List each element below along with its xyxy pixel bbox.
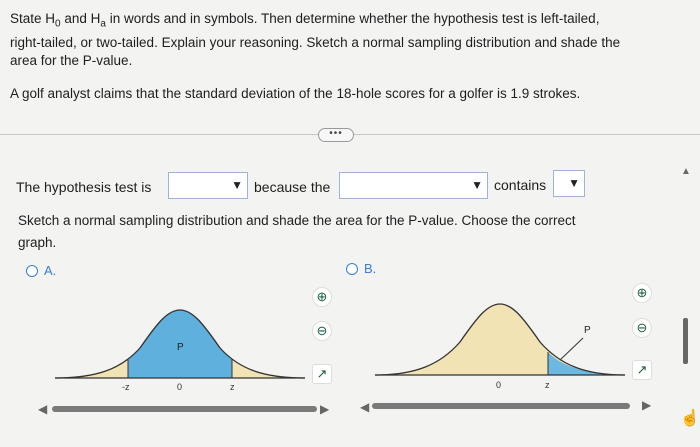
option-a-radio[interactable] (26, 265, 38, 277)
zoom-out-icon[interactable]: ⊖ (312, 321, 332, 341)
hypothesis-dropdown[interactable]: ▼ (339, 172, 488, 199)
sketch-prompt-line-1: Sketch a normal sampling distribution an… (18, 213, 576, 228)
question-line-1-rest: in words and in symbols. Then determine … (105, 11, 600, 26)
option-a-p-label: P (177, 342, 184, 353)
option-b-curve-fill (375, 304, 625, 375)
and-h-label: and H (60, 11, 101, 26)
zoom-out-icon[interactable]: ⊖ (632, 318, 652, 338)
option-a-graph: P -z 0 z (54, 309, 306, 392)
scroll-left-icon[interactable]: ◀ (38, 402, 47, 416)
option-a-zero-label: 0 (177, 382, 182, 392)
hypothesis-prefix-label: The hypothesis test is (16, 179, 152, 195)
option-a-scrollbar[interactable] (52, 406, 317, 412)
zoom-in-icon[interactable]: ⊕ (632, 283, 652, 303)
page-vertical-scrollbar[interactable] (683, 318, 688, 364)
because-label: because the (254, 179, 331, 195)
question-line-2: right-tailed, or two-tailed. Explain you… (10, 35, 621, 50)
popout-icon[interactable]: ↗ (632, 360, 652, 380)
question-line-3: area for the P-value. (10, 53, 133, 68)
popout-icon[interactable]: ↗ (312, 364, 332, 384)
option-a-z-label: z (230, 382, 235, 392)
option-b-shaded-region (548, 352, 625, 375)
scroll-right-icon[interactable]: ▶ (642, 398, 651, 412)
tail-type-dropdown[interactable]: ▼ (168, 172, 248, 199)
cursor-icon: ☝ (680, 410, 700, 427)
option-a-label[interactable]: A. (44, 263, 56, 278)
dropdown-arrow-icon: ▼ (568, 176, 580, 190)
show-more-button[interactable]: ••• (318, 128, 354, 142)
option-b-z-label: z (545, 380, 550, 390)
scroll-left-icon[interactable]: ◀ (360, 400, 369, 414)
option-b-graph: P 0 z (374, 303, 626, 390)
option-a-neg-z-label: -z (122, 382, 130, 392)
option-b-scrollbar[interactable] (372, 403, 630, 409)
h-label: State H (10, 11, 56, 26)
claim-text: A golf analyst claims that the standard … (10, 86, 581, 101)
question-line-1: State H0 and Ha in words and in symbols.… (10, 10, 599, 33)
dropdown-arrow-icon: ▼ (231, 178, 243, 192)
option-b-zero-label: 0 (496, 380, 501, 390)
option-b-label[interactable]: B. (364, 261, 376, 276)
symbol-dropdown[interactable]: ▼ (553, 170, 585, 197)
dropdown-arrow-icon: ▼ (471, 178, 483, 192)
sketch-prompt-line-2: graph. (18, 235, 57, 250)
contains-label: contains (494, 177, 547, 193)
option-b-radio[interactable] (346, 263, 358, 275)
option-b-p-pointer (559, 337, 584, 361)
scroll-right-icon[interactable]: ▶ (320, 402, 329, 416)
scroll-up-icon[interactable]: ▲ (681, 166, 691, 177)
zoom-in-icon[interactable]: ⊕ (312, 287, 332, 307)
option-b-p-label: P (584, 325, 591, 336)
